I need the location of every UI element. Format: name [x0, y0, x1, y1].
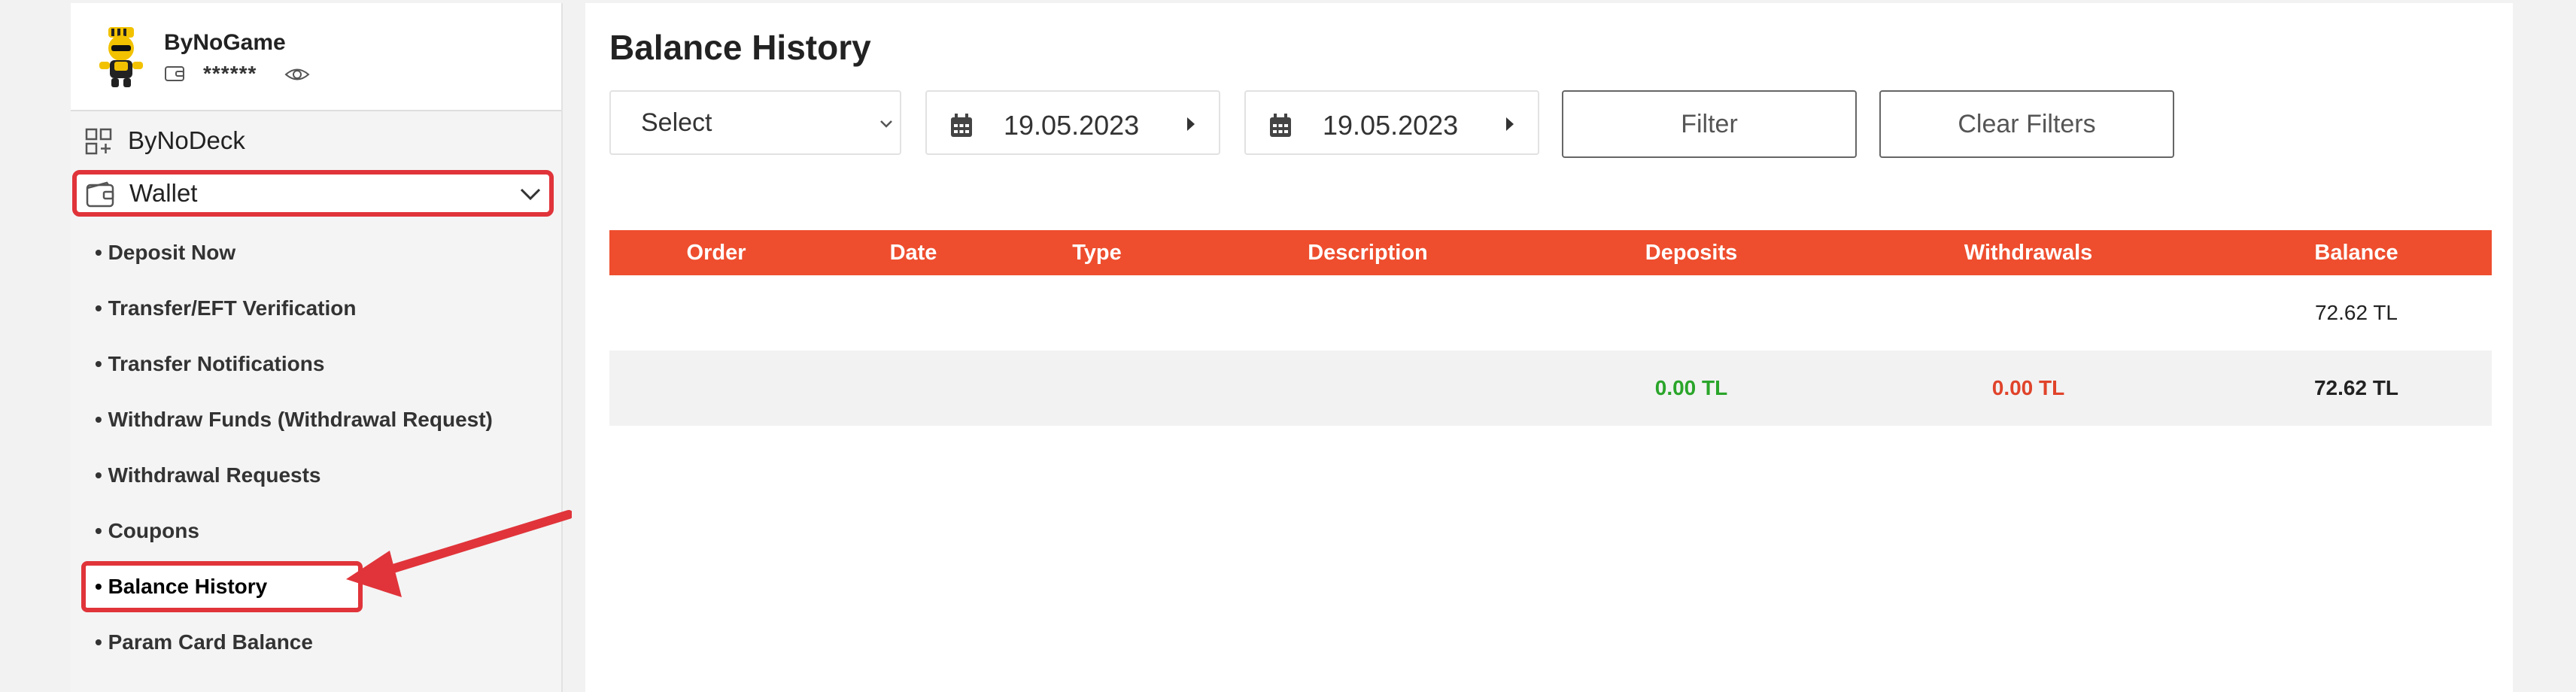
column-header-balance[interactable]: Balance — [2314, 241, 2398, 266]
table-totals-row: 0.00 TL 0.00 TL 72.62 TL — [609, 351, 2492, 426]
eye-icon[interactable] — [284, 66, 310, 83]
submenu-item-withdraw-funds[interactable]: • Withdraw Funds (Withdrawal Request) — [95, 405, 493, 435]
end-date-value: 19.05.2023 — [1323, 110, 1459, 141]
caret-right-icon — [1187, 117, 1195, 131]
total-withdrawals: 0.00 TL — [1991, 376, 2065, 399]
profile-name: ByNoGame — [164, 30, 286, 55]
clear-filters-button[interactable]: Clear Filters — [1879, 90, 2174, 158]
caret-right-icon — [1506, 117, 1514, 131]
submenu-item-transfer-notifications[interactable]: • Transfer Notifications — [95, 349, 324, 379]
filter-button[interactable]: Filter — [1562, 90, 1857, 158]
submenu-item-withdrawal-requests[interactable]: • Withdrawal Requests — [95, 460, 321, 490]
avatar[interactable] — [93, 24, 149, 89]
submenu-item-deposit-now[interactable]: • Deposit Now — [95, 238, 235, 268]
column-header-date[interactable]: Date — [890, 241, 937, 266]
wallet-mini-icon — [165, 66, 184, 81]
submenu-item-balance-history[interactable]: • Balance History — [81, 561, 363, 612]
start-date-value: 19.05.2023 — [1004, 110, 1140, 141]
submenu-item-transfer-eft-verification[interactable]: • Transfer/EFT Verification — [95, 293, 356, 323]
grid-plus-icon — [85, 128, 112, 155]
chevron-down-icon — [880, 120, 892, 128]
sidebar-item-label: ByNoDeck — [128, 126, 245, 154]
column-header-description[interactable]: Description — [1308, 241, 1428, 266]
wallet-icon — [86, 181, 114, 208]
column-header-order[interactable]: Order — [687, 241, 746, 266]
calendar-icon — [1270, 114, 1291, 137]
sidebar-item-label: Wallet — [129, 179, 198, 207]
total-balance: 72.62 TL — [2313, 376, 2399, 399]
column-header-withdrawals[interactable]: Withdrawals — [1964, 241, 2093, 266]
sidebar-item-bynodeck[interactable]: ByNoDeck — [71, 114, 561, 167]
masked-balance: ****** — [203, 62, 257, 85]
chevron-down-icon — [520, 188, 541, 201]
page-title: Balance History — [609, 28, 871, 67]
start-date-input[interactable]: 19.05.2023 — [925, 90, 1220, 155]
sidebar-item-wallet[interactable]: Wallet — [72, 170, 554, 217]
type-select-value: Select — [641, 108, 712, 137]
table-header: Order Date Type Description Deposits Wit… — [609, 230, 2492, 275]
row-balance: 72.62 TL — [2314, 301, 2398, 324]
submenu-item-param-card-balance[interactable]: • Param Card Balance — [95, 627, 313, 657]
column-header-type[interactable]: Type — [1072, 241, 1122, 266]
column-header-deposits[interactable]: Deposits — [1645, 241, 1737, 266]
calendar-icon — [951, 114, 972, 137]
annotation-arrow — [346, 510, 572, 597]
profile-card: ByNoGame ****** — [71, 3, 561, 111]
balance-history-table: Order Date Type Description Deposits Wit… — [609, 230, 2492, 426]
total-deposits: 0.00 TL — [1654, 376, 1728, 399]
submenu-item-coupons[interactable]: • Coupons — [95, 516, 199, 546]
type-select[interactable]: Select — [609, 90, 901, 155]
table-row: 72.62 TL — [609, 275, 2492, 351]
end-date-input[interactable]: 19.05.2023 — [1244, 90, 1539, 155]
main-panel: Balance History Select 19.05.2023 19.05.… — [585, 3, 2513, 692]
